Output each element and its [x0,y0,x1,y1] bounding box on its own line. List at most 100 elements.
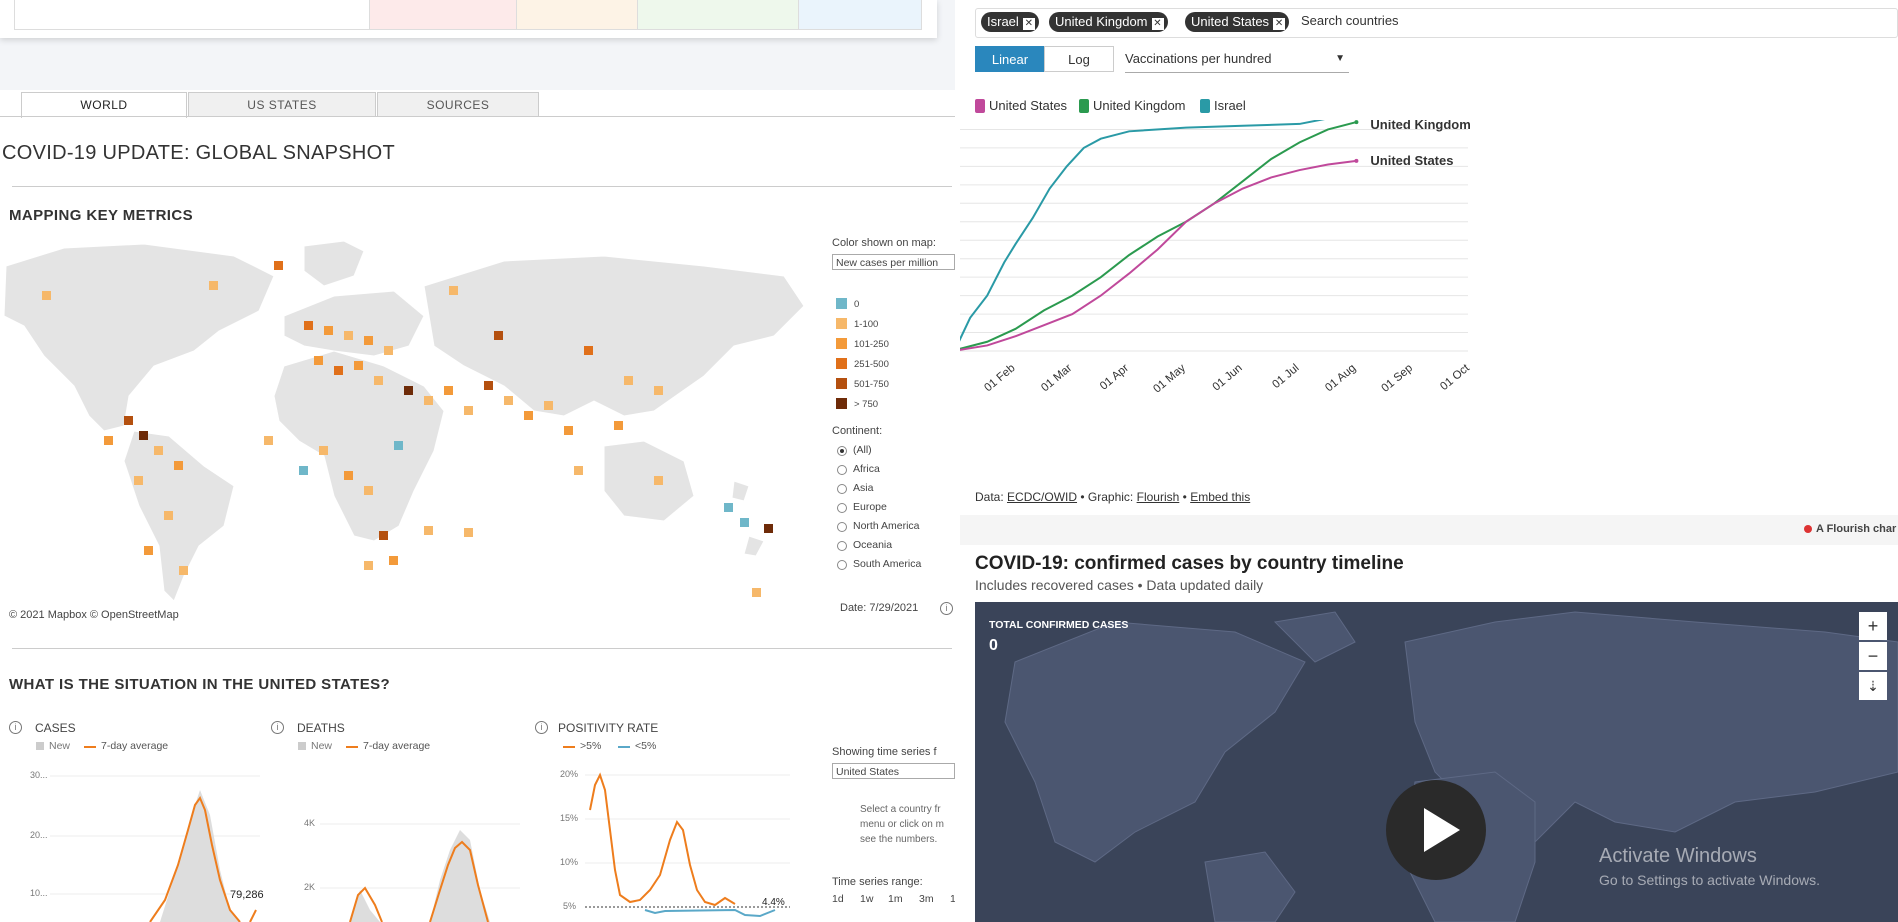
info-icon[interactable]: i [940,602,953,615]
legend-avg: 7-day average [363,740,431,752]
x-tick-label: 01 Mar [1039,362,1074,394]
radio-oceania[interactable] [837,541,847,551]
radio-asia[interactable] [837,484,847,494]
radio-label[interactable]: (All) [853,444,872,456]
legend-swatch [836,378,847,389]
world-map[interactable] [4,236,812,608]
legend-line-icon [84,746,96,748]
info-icon[interactable]: i [535,721,548,734]
range-3m[interactable]: 3m [919,893,934,905]
divider [12,648,952,649]
series-note: see the numbers. [860,834,938,845]
series-note: Select a country fr [860,804,941,815]
legend-swatch [836,338,847,349]
play-button[interactable] [1386,780,1486,880]
tab-world[interactable]: WORLD [21,92,187,118]
zoom-out-button[interactable]: − [1859,642,1887,670]
radio-label[interactable]: Europe [853,501,887,513]
vaccination-chart[interactable]: 010203040506070809010011012013001 Dec01 … [960,120,1898,490]
timeline-map[interactable]: TOTAL CONFIRMED CASES 0 Activate Windows… [975,602,1898,922]
range-1d[interactable]: 1d [832,893,844,905]
page-title: COVID-19 UPDATE: GLOBAL SNAPSHOT [2,142,396,164]
chip-united-states[interactable]: United States ✕ [1185,12,1290,32]
series-end-point [1354,158,1359,163]
color-select[interactable]: New cases per million [832,254,955,270]
chip-israel[interactable]: Israel ✕ [981,12,1039,32]
close-icon[interactable]: ✕ [1022,18,1035,30]
reset-north-button[interactable]: ⇣ [1859,672,1887,700]
tab-sources[interactable]: SOURCES [377,92,539,117]
mapping-heading: MAPPING KEY METRICS [9,207,194,224]
radio-label[interactable]: North America [853,520,920,532]
ecdc-link[interactable]: ECDC/OWID [1007,490,1077,504]
x-tick-label: 01 Jan [960,362,961,393]
flourish-badge[interactable]: A Flourish char [1816,523,1896,535]
summary-cell [516,0,638,30]
x-tick-label: 01 Apr [1098,362,1131,393]
positivity-value: 4.4% [762,897,785,908]
radio-south-america[interactable] [837,560,847,570]
legend-swatch [836,298,847,309]
legend-new: New [311,740,333,752]
search-input[interactable]: Search countries [1301,13,1399,28]
series-select[interactable]: United States [832,763,955,779]
legend-swatch [836,358,847,369]
radio-africa[interactable] [837,465,847,475]
metric-select[interactable]: Vaccinations per hundred ▼ [1125,48,1349,73]
radio-label[interactable]: South America [853,558,921,570]
flourish-bar [960,515,1898,545]
radio-label[interactable]: Oceania [853,539,892,551]
tab-us-states[interactable]: US STATES [188,92,376,117]
range-1w[interactable]: 1w [860,893,873,905]
radio-north-america[interactable] [837,522,847,532]
x-tick-label: 01 Jun [1211,362,1245,393]
deaths-chart[interactable] [320,770,520,922]
info-icon[interactable]: i [271,721,284,734]
close-icon[interactable]: ✕ [1273,18,1286,30]
embed-link[interactable]: Embed this [1190,490,1250,504]
positivity-chart[interactable] [585,770,790,922]
x-tick-label: 01 May [1151,362,1188,396]
close-icon[interactable]: ✕ [1151,18,1164,30]
total-value: 0 [989,637,998,654]
log-button[interactable]: Log [1044,46,1114,72]
map-attribution[interactable]: © 2021 Mapbox © OpenStreetMap [9,609,179,621]
linear-button[interactable]: Linear [975,46,1045,72]
summary-cell [637,0,799,30]
legend-label: 1-100 [854,319,879,330]
flourish-link[interactable]: Flourish [1137,490,1180,504]
legend-new: New [49,740,71,752]
range-1m[interactable]: 1m [888,893,903,905]
series-label: United States [1370,153,1453,168]
legend-bar-icon [36,742,44,750]
legend-line-icon [563,746,575,748]
legend-label: United States [989,98,1068,113]
x-tick-label: 01 Oct [1438,362,1472,393]
series-line[interactable] [960,159,1357,351]
radio-label[interactable]: Africa [853,463,880,475]
y-tick: 30... [30,770,48,780]
radio-europe[interactable] [837,503,847,513]
chip-united-kingdom[interactable]: United Kingdom ✕ [1049,12,1168,32]
y-tick: 2K [304,882,316,892]
footer-data: Data: [975,490,1004,504]
range-more[interactable]: 1 [950,893,955,905]
watermark-title: Activate Windows [1599,845,1757,867]
radio-label[interactable]: Asia [853,482,873,494]
cases-chart[interactable] [50,770,260,922]
divider [12,186,952,187]
legend-hi: >5% [580,740,602,752]
chevron-down-icon: ▼ [1335,53,1345,64]
footer-graphic: • Graphic: [1080,490,1134,504]
legend-swatch [836,398,847,409]
radio-all[interactable] [837,446,847,456]
zoom-in-button[interactable]: + [1859,612,1887,640]
info-icon[interactable]: i [9,721,22,734]
y-tick: 10... [30,888,48,898]
cases-title: CASES [35,721,76,735]
series-end-point [1354,120,1359,125]
flourish-logo-icon [1804,525,1812,533]
color-label: Color shown on map: [832,237,936,249]
chip-label: United States [1191,14,1270,29]
summary-card [0,0,937,38]
